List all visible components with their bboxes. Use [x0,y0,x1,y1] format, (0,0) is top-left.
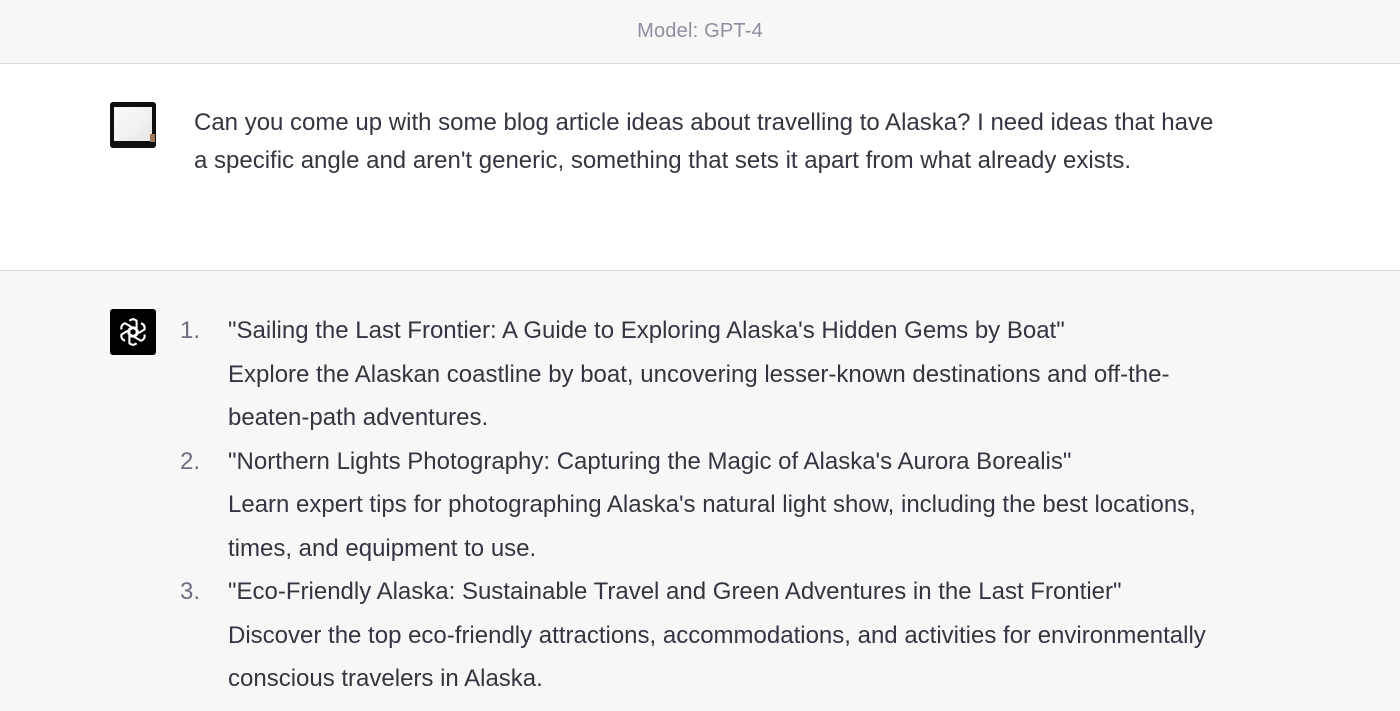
answer-list: 1. "Sailing the Last Frontier: A Guide t… [180,309,1240,701]
list-item-description: Discover the top eco-friendly attraction… [228,621,1206,693]
list-item-number: 3. [180,578,201,605]
model-bar: Model: GPT-4 [0,0,1400,64]
user-avatar-accent [150,134,155,142]
openai-logo-icon [110,309,156,355]
model-label: Model: GPT-4 [637,20,763,42]
list-item-description: Learn expert tips for photographing Alas… [228,491,1196,562]
chat-page: Model: GPT-4 Can you come up with some b… [0,0,1400,711]
list-item: 1. "Sailing the Last Frontier: A Guide t… [180,309,1240,440]
list-item-title: "Northern Lights Photography: Capturing … [228,447,1072,475]
user-avatar-icon [110,102,156,148]
user-message: Can you come up with some blog article i… [0,64,1400,271]
list-item: 2. "Northern Lights Photography: Capturi… [180,440,1240,571]
user-avatar-image [114,107,152,141]
list-item-number: 2. [180,447,201,475]
user-message-text: Can you come up with some blog article i… [194,109,1214,174]
assistant-message: 1. "Sailing the Last Frontier: A Guide t… [0,271,1400,711]
list-item-title: "Sailing the Last Frontier: A Guide to E… [228,317,1065,344]
list-item: 3. "Eco-Friendly Alaska: Sustainable Tra… [180,570,1240,701]
list-item-number: 1. [180,317,201,344]
openai-logo-svg [120,318,146,346]
list-item-description: Explore the Alaskan coastline by boat, u… [228,360,1170,432]
list-item-title: "Eco-Friendly Alaska: Sustainable Travel… [228,578,1122,605]
